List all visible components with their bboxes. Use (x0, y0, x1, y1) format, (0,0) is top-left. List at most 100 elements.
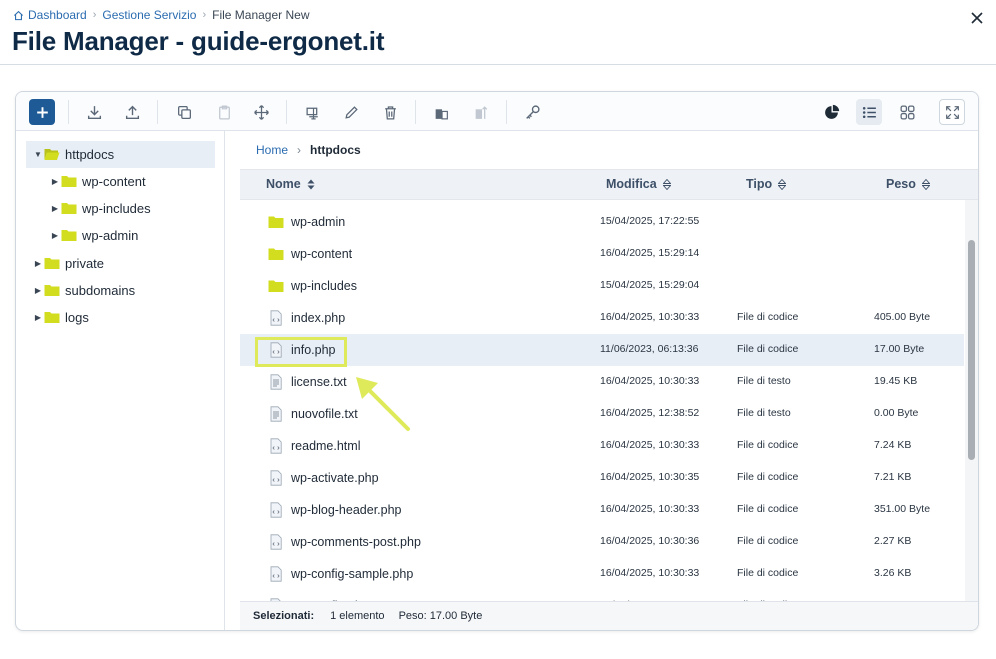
file-row[interactable]: index.php 16/04/2025, 10:30:33 File di cod… (240, 302, 964, 334)
code-file-icon (268, 534, 284, 550)
permissions-button[interactable] (519, 99, 545, 125)
grid-view-button[interactable] (894, 99, 920, 125)
file-row[interactable]: readme.html 16/04/2025, 10:30:33 File di c… (240, 430, 964, 462)
toolbar-divider (286, 100, 287, 124)
file-name: readme.html (291, 439, 361, 453)
file-row[interactable]: wp-config-sample.php 16/04/2025, 10:30:33… (240, 558, 964, 590)
column-label: Modifica (606, 177, 657, 191)
caret-right-icon[interactable]: ▶ (50, 177, 60, 186)
list-icon (862, 106, 876, 118)
sort-icon (307, 179, 315, 189)
file-modified: 16/04/2025, 10:30:33 (600, 439, 700, 451)
toolbar (16, 92, 978, 131)
caret-down-icon[interactable]: ▼ (33, 150, 43, 159)
fullscreen-button[interactable] (939, 99, 965, 125)
folder-icon (61, 203, 77, 214)
rename-button[interactable] (300, 99, 326, 125)
add-button[interactable] (29, 99, 55, 125)
compress-button[interactable] (428, 99, 454, 125)
disk-usage-button[interactable] (818, 99, 844, 125)
file-type: File di testo (737, 375, 791, 387)
folder-icon (61, 230, 77, 241)
file-name: wp-comments-post.php (291, 535, 421, 549)
tree-item-wp-admin[interactable]: ▶ wp-admin (50, 222, 138, 249)
edit-button[interactable] (338, 99, 364, 125)
page-title: File Manager - guide-ergonet.it (12, 26, 385, 56)
breadcrumb-dashboard-link[interactable]: Dashboard (28, 8, 87, 22)
status-bar: Selezionati: 1 elemento Peso: 17.00 Byte (240, 601, 978, 630)
column-modified-header[interactable]: Modifica (606, 177, 671, 191)
scrollbar[interactable] (965, 200, 978, 601)
column-type-header[interactable]: Tipo (746, 177, 787, 191)
caret-right-icon[interactable]: ▶ (33, 259, 43, 268)
file-row[interactable]: info.php 11/06/2023, 06:13:36 File di codi… (240, 334, 964, 366)
file-modified: 16/04/2025, 12:38:52 (600, 407, 700, 419)
file-name: index.php (291, 311, 346, 325)
file-name: wp-admin (291, 215, 346, 229)
file-row[interactable]: wp-blog-header.php 16/04/2025, 10:30:33 Fi… (240, 494, 964, 526)
path-home-link[interactable]: Home (256, 143, 288, 157)
tree-item-httpdocs[interactable]: ▼ httpdocs (26, 141, 215, 168)
move-button[interactable] (248, 99, 274, 125)
file-size: 3.26 KB (874, 567, 912, 579)
file-type: File di codice (737, 343, 799, 355)
file-row[interactable]: wp-includes 15/04/2025, 15:29:04 (240, 270, 964, 302)
file-name: nuovofile.txt (291, 407, 358, 421)
file-name: wp-content (291, 247, 353, 261)
file-type: File di codice (737, 567, 799, 579)
file-size: 405.00 Byte (874, 311, 931, 323)
file-list: wp-admin 15/04/2025, 17:22:55 wp-content 16… (240, 200, 964, 601)
caret-right-icon[interactable]: ▶ (50, 204, 60, 213)
paste-button[interactable] (211, 99, 237, 125)
chevron-right-icon: › (297, 143, 302, 157)
move-icon (253, 104, 269, 120)
tree-item-logs[interactable]: ▶ logs (33, 304, 89, 331)
column-size-header[interactable]: Peso (886, 177, 930, 191)
download-button[interactable] (81, 99, 107, 125)
tree-item-label: httpdocs (65, 147, 115, 162)
scrollbar-thumb[interactable] (968, 240, 975, 460)
file-row[interactable]: wp-content 16/04/2025, 15:29:14 (240, 238, 964, 270)
tree-item-wp-includes[interactable]: ▶ wp-includes (50, 195, 151, 222)
list-view-button[interactable] (856, 99, 882, 125)
caret-right-icon[interactable]: ▶ (33, 286, 43, 295)
file-type: File di codice (737, 311, 799, 323)
file-modified: 16/04/2025, 10:30:33 (600, 375, 700, 387)
extract-button[interactable] (468, 99, 494, 125)
pencil-icon (344, 105, 358, 119)
tree-item-private[interactable]: ▶ private (33, 250, 104, 277)
sort-icon (662, 178, 671, 190)
text-file-icon (268, 406, 284, 422)
file-row[interactable]: wp-activate.php 16/04/2025, 10:30:35 File … (240, 462, 964, 494)
tree-item-label: logs (65, 310, 89, 325)
file-size: 351.00 Byte (874, 503, 931, 515)
tree-item-wp-content[interactable]: ▶ wp-content (50, 168, 146, 195)
tree-item-subdomains[interactable]: ▶ subdomains (33, 277, 135, 304)
file-size: 0.00 Byte (874, 407, 919, 419)
folder-tree: ▼ httpdocs ▶ wp-content ▶ wp-includes ▶ … (16, 131, 225, 630)
folder-icon (44, 258, 60, 269)
caret-right-icon[interactable]: ▶ (50, 231, 60, 240)
status-weight: Peso: 17.00 Byte (398, 610, 483, 622)
code-file-icon (268, 310, 284, 326)
download-icon (87, 105, 101, 119)
caret-right-icon[interactable]: ▶ (33, 313, 43, 322)
file-row[interactable]: license.txt 16/04/2025, 10:30:33 File di t… (240, 366, 964, 398)
top-bar: Dashboard › Gestione Servizio › File Man… (0, 0, 996, 65)
file-row[interactable]: wp-comments-post.php 16/04/2025, 10:30:36… (240, 526, 964, 558)
file-row[interactable]: nuovofile.txt 16/04/2025, 12:38:52 File di… (240, 398, 964, 430)
key-icon (525, 104, 540, 119)
file-row[interactable]: wp-config.php16/04/2025, 10:30:36File di… (240, 590, 964, 601)
breadcrumb-service-link[interactable]: Gestione Servizio (102, 8, 196, 22)
file-size: 7.24 KB (874, 439, 912, 451)
rename-icon (305, 107, 318, 119)
file-row[interactable]: wp-admin 15/04/2025, 17:22:55 (240, 206, 964, 238)
pie-chart-icon (824, 104, 839, 119)
file-modified: 16/04/2025, 10:30:35 (600, 471, 700, 483)
close-icon[interactable] (968, 9, 986, 27)
delete-button[interactable] (377, 99, 403, 125)
upload-button[interactable] (119, 99, 145, 125)
column-name-header[interactable]: Nome (266, 177, 315, 191)
copy-button[interactable] (171, 99, 197, 125)
tree-item-label: subdomains (65, 283, 136, 298)
